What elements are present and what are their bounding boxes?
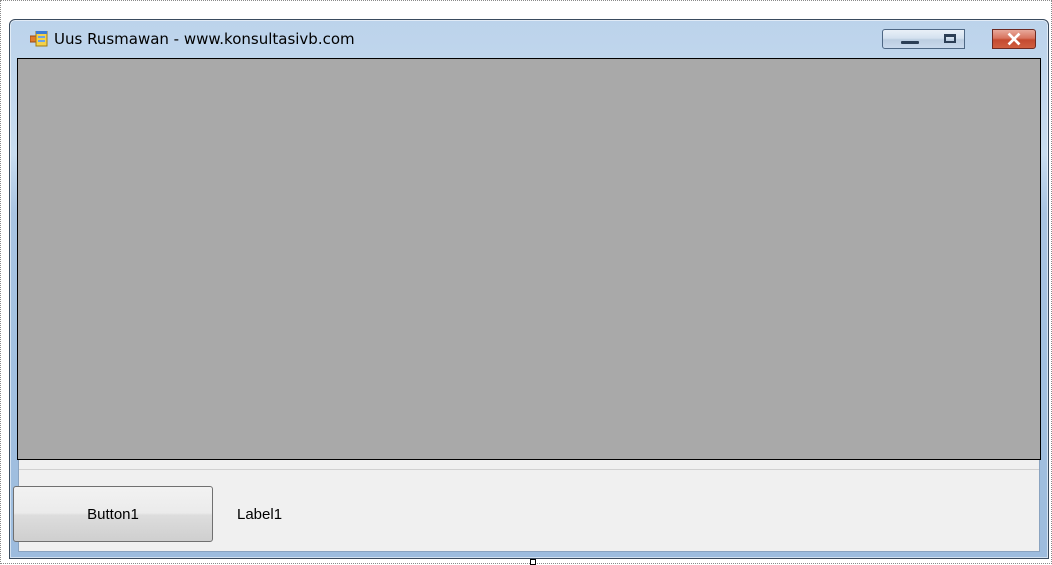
minimize-button[interactable]: [882, 29, 938, 49]
designer-surface: Uus Rusmawan - www.konsultasivb.com Butt…: [0, 0, 1052, 565]
bottom-panel: Button1 Label1: [13, 469, 1039, 547]
minimize-icon: [901, 41, 919, 44]
close-icon: [1007, 32, 1021, 46]
title-bar[interactable]: Uus Rusmawan - www.konsultasivb.com: [10, 20, 1048, 58]
label1: Label1: [237, 506, 283, 523]
window-title: Uus Rusmawan - www.konsultasivb.com: [54, 30, 355, 48]
maximize-icon: [944, 34, 956, 43]
app-form-icon: [30, 31, 48, 47]
close-button[interactable]: [992, 29, 1036, 49]
gray-panel: [17, 58, 1041, 460]
form-window[interactable]: Uus Rusmawan - www.konsultasivb.com Butt…: [9, 19, 1049, 559]
designer-resize-handle[interactable]: [530, 559, 536, 565]
maximize-button[interactable]: [937, 29, 965, 49]
button1[interactable]: Button1: [13, 486, 213, 542]
